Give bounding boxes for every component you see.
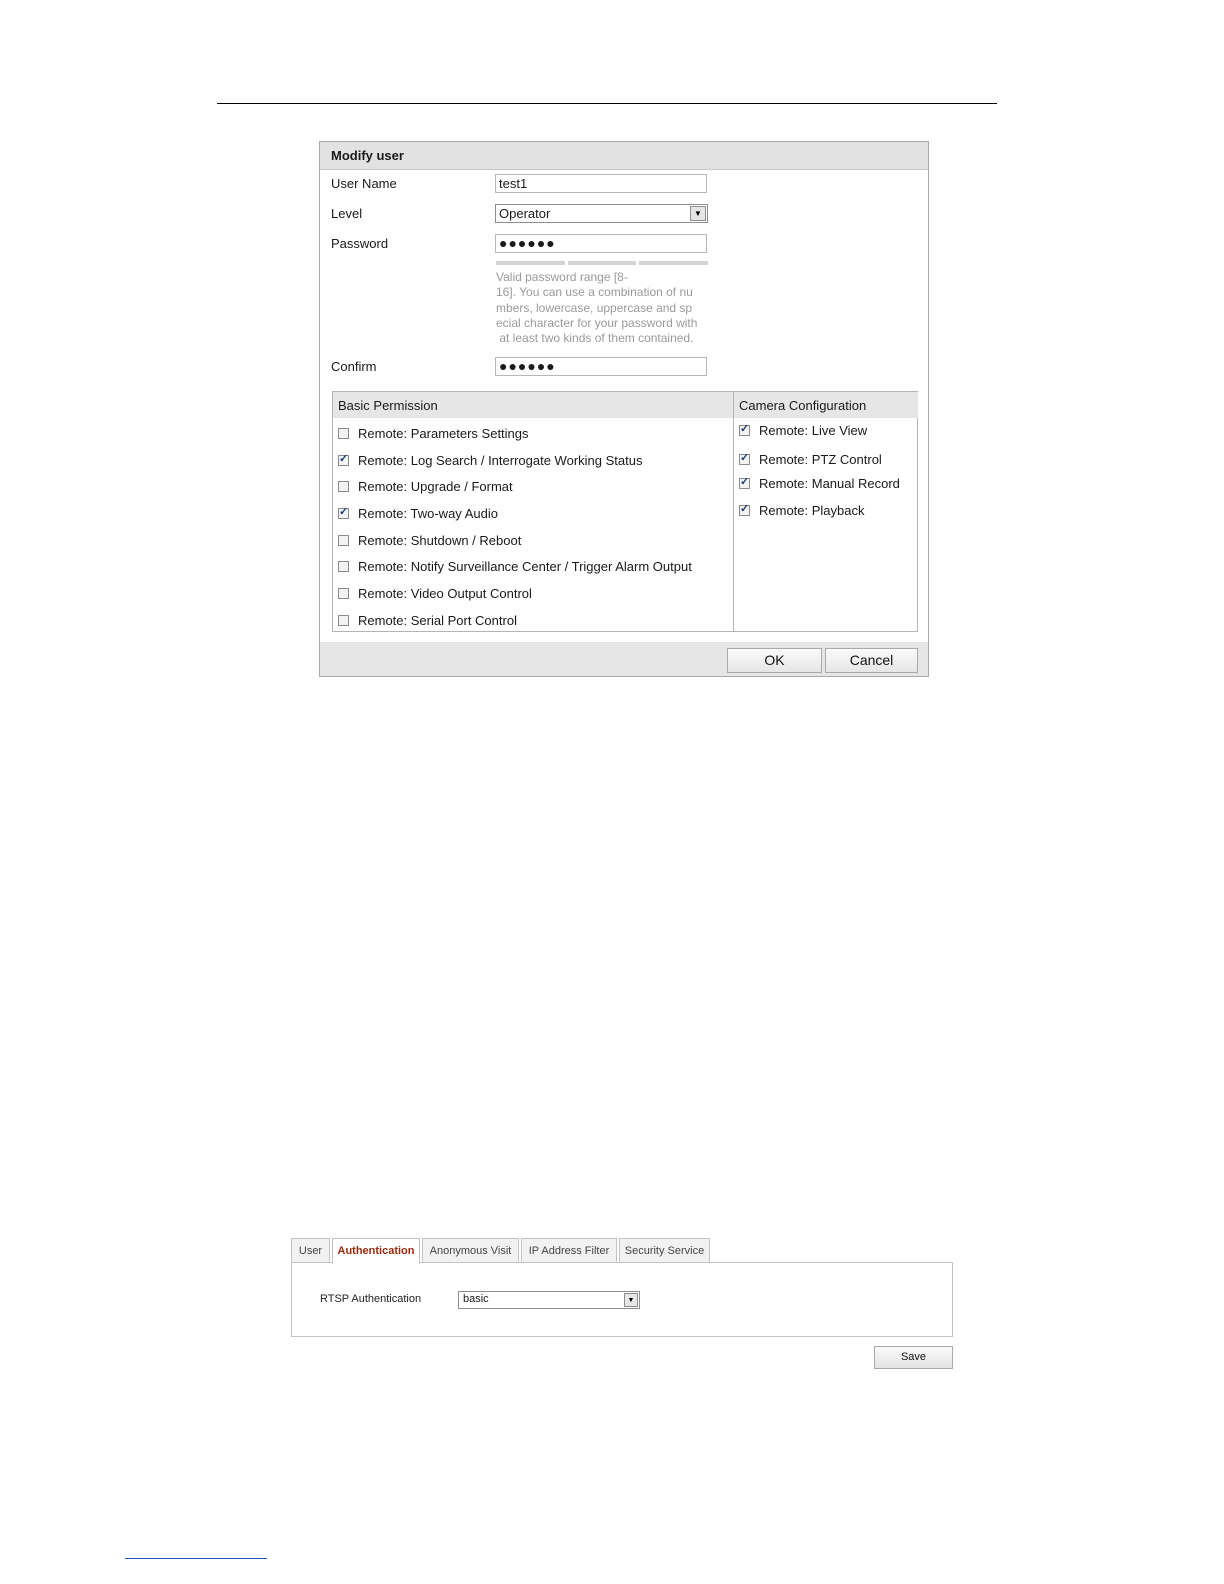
permission-item-label: Remote: Notify Surveillance Center / Tri… <box>358 559 692 574</box>
password-hint: Valid password range [8- 16]. You can us… <box>496 270 712 346</box>
rtsp-authentication-label: RTSP Authentication <box>320 1293 422 1305</box>
password-strength-bar-medium <box>568 261 636 265</box>
level-select[interactable]: Operator ▼ <box>495 204 708 223</box>
cancel-button[interactable]: Cancel <box>825 648 918 673</box>
save-button[interactable]: Save <box>874 1346 953 1369</box>
tab-user[interactable]: User <box>291 1238 330 1263</box>
camera-permission-item-label: Remote: Playback <box>759 503 865 518</box>
camera-configuration-column: Camera Configuration Remote: Live View R… <box>734 392 918 631</box>
tab-anonymous-visit[interactable]: Anonymous Visit <box>422 1238 519 1263</box>
password-hint-line: at least two kinds of them contained. <box>496 331 694 346</box>
password-input[interactable]: ●●●●●● <box>495 234 707 253</box>
modify-user-dialog: Modify user User Name test1 Level Operat… <box>319 141 929 677</box>
rtsp-authentication-value: basic <box>463 1293 489 1305</box>
camera-permission-item[interactable]: Remote: Playback <box>739 503 865 519</box>
password-strength-bar-strong <box>639 261 708 265</box>
checkbox[interactable] <box>739 452 750 465</box>
footer-link-underline <box>125 1558 267 1559</box>
permission-item[interactable]: Remote: Two-way Audio <box>338 506 498 522</box>
camera-permission-item[interactable]: Remote: PTZ Control <box>739 452 882 468</box>
dialog-footer: OK Cancel <box>320 642 928 676</box>
level-select-value: Operator <box>499 206 551 221</box>
password-hint-line: 16]. You can use a combination of nu <box>496 285 693 300</box>
chevron-down-icon[interactable]: ▼ <box>690 206 706 221</box>
username-label: User Name <box>331 176 397 191</box>
permission-item-label: Remote: Serial Port Control <box>358 613 517 628</box>
camera-permission-item-label: Remote: Manual Record <box>759 476 900 491</box>
tab-security-service[interactable]: Security Service <box>619 1238 710 1263</box>
checkbox[interactable] <box>338 481 349 492</box>
permission-box: Basic Permission Remote: Parameters Sett… <box>332 391 918 632</box>
camera-configuration-header: Camera Configuration <box>734 392 918 418</box>
checkbox[interactable] <box>338 561 349 572</box>
checkbox[interactable] <box>338 535 349 546</box>
basic-permission-column: Basic Permission Remote: Parameters Sett… <box>333 392 734 631</box>
permission-item[interactable]: Remote: Parameters Settings <box>338 426 529 442</box>
checkbox[interactable] <box>338 588 349 599</box>
permission-item[interactable]: Remote: Log Search / Interrogate Working… <box>338 453 642 469</box>
confirm-label: Confirm <box>331 359 377 374</box>
tab-ip-address-filter[interactable]: IP Address Filter <box>521 1238 617 1263</box>
confirm-input[interactable]: ●●●●●● <box>495 357 707 376</box>
ok-button[interactable]: OK <box>727 648 822 673</box>
level-label: Level <box>331 206 363 221</box>
permission-item[interactable]: Remote: Upgrade / Format <box>338 479 513 495</box>
dialog-title: Modify user <box>320 142 928 170</box>
permission-item-label: Remote: Shutdown / Reboot <box>358 533 522 548</box>
permission-item-label: Remote: Parameters Settings <box>358 426 529 441</box>
permission-item-label: Remote: Log Search / Interrogate Working… <box>358 453 643 468</box>
checkbox[interactable] <box>739 503 750 516</box>
checkbox[interactable] <box>338 506 349 519</box>
permission-item-label: Remote: Two-way Audio <box>358 506 498 521</box>
tab-authentication[interactable]: Authentication <box>332 1238 420 1264</box>
permission-item-label: Remote: Video Output Control <box>358 586 532 601</box>
authentication-panel: RTSP Authentication basic ▼ <box>291 1262 953 1337</box>
password-strength-bar-weak <box>496 261 565 265</box>
checkbox[interactable] <box>338 615 349 626</box>
checkbox[interactable] <box>338 453 349 466</box>
password-label: Password <box>331 236 389 251</box>
chevron-down-icon[interactable]: ▼ <box>624 1293 638 1307</box>
password-hint-line: Valid password range [8- <box>496 270 628 284</box>
rtsp-authentication-select[interactable]: basic ▼ <box>458 1291 640 1309</box>
camera-permission-item[interactable]: Remote: Manual Record <box>739 476 900 492</box>
checkbox[interactable] <box>739 476 750 489</box>
basic-permission-header: Basic Permission <box>333 392 733 418</box>
password-hint-line: ecial character for your password with <box>496 315 698 330</box>
camera-permission-item[interactable]: Remote: Live View <box>739 423 867 439</box>
permission-item-label: Remote: Upgrade / Format <box>358 479 513 494</box>
checkbox[interactable] <box>739 423 750 436</box>
permission-item[interactable]: Remote: Shutdown / Reboot <box>338 533 521 549</box>
permission-item[interactable]: Remote: Serial Port Control <box>338 613 517 629</box>
camera-permission-item-label: Remote: PTZ Control <box>759 452 882 467</box>
checkbox[interactable] <box>338 428 349 439</box>
permission-item[interactable]: Remote: Notify Surveillance Center / Tri… <box>338 559 692 575</box>
camera-permission-item-label: Remote: Live View <box>759 423 868 438</box>
username-input[interactable]: test1 <box>495 174 707 193</box>
password-hint-line: mbers, lowercase, uppercase and sp <box>496 300 693 315</box>
permission-item[interactable]: Remote: Video Output Control <box>338 586 532 602</box>
page-top-rule <box>217 103 997 104</box>
